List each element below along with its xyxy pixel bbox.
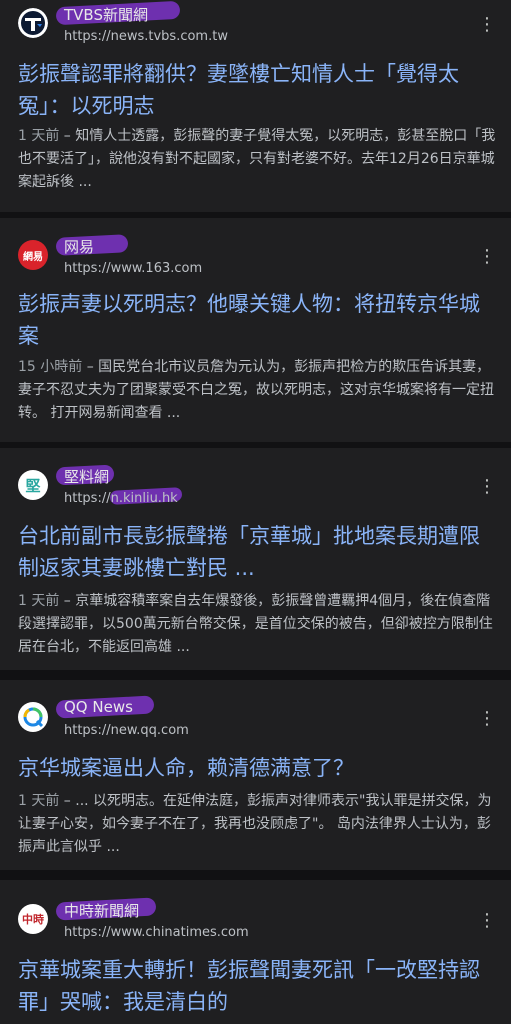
- result-snippet: 1 天前 – ... 以死明志。在延伸法庭，彭振声对律师表示"我认罪是拼交保，为…: [18, 790, 498, 859]
- result-card: 堅 堅料網 https://n.kinliu.hk ⋮ 台北前副市長彭振聲捲「京…: [0, 448, 511, 670]
- result-time: 1 天前: [18, 593, 60, 609]
- kinliu-logo: 堅: [18, 470, 48, 500]
- logo-text: 中時: [22, 913, 44, 926]
- source-name: TVBS新聞網: [64, 6, 148, 24]
- result-time: 15 小時前: [18, 359, 83, 375]
- result-title[interactable]: 彭振声妻以死明志？他曝关键人物：将扭转京华城案: [18, 288, 496, 352]
- result-snippet: 1 天前 – 知情人士透露，彭振聲的妻子覺得太冤，以死明志，彭甚至脫口「我也不要…: [18, 125, 498, 194]
- more-options-icon[interactable]: ⋮: [477, 12, 497, 38]
- result-snippet: 1 天前 – 京華城容積率案自去年爆發後，彭振聲曾遭羈押4個月，後在偵查階段選擇…: [18, 590, 498, 659]
- more-options-icon[interactable]: ⋮: [477, 706, 497, 732]
- snippet-text: – 知情人士透露，彭振聲的妻子覺得太冤，以死明志，彭甚至脫口「我也不要活了」，說…: [18, 128, 496, 190]
- source-url: https://www.163.com: [64, 261, 203, 276]
- chinatimes-logo: 中時: [18, 904, 48, 934]
- result-title[interactable]: 京華城案重大轉折！彭振聲聞妻死訊「一改堅持認罪」哭喊：我是清白的: [18, 954, 496, 1018]
- result-card: TVBS新聞網 https://news.tvbs.com.tw ⋮ 彭振聲認罪…: [0, 0, 511, 212]
- result-snippet: 15 小時前 – 国民党台北市议员詹为元认为，彭振声把检方的欺压告诉其妻，妻子不…: [18, 356, 498, 425]
- result-title[interactable]: 京华城案逼出人命，赖清德满意了？: [18, 752, 496, 784]
- source-url: https://news.tvbs.com.tw: [64, 29, 228, 44]
- result-title[interactable]: 彭振聲認罪將翻供？妻墜樓亡知情人士「覺得太冤」：以死明志: [18, 58, 496, 122]
- tvbs-logo: [18, 8, 48, 38]
- result-time: 1 天前: [18, 793, 60, 809]
- netease-logo: 網易: [18, 240, 48, 270]
- source-name: 中時新聞網: [64, 902, 140, 920]
- source-name: 网易: [64, 238, 95, 256]
- result-card: 網易 网易 https://www.163.com ⋮ 彭振声妻以死明志？他曝关…: [0, 218, 511, 442]
- result-title[interactable]: 台北前副市長彭振聲捲「京華城」批地案長期遭限制返家其妻跳樓亡對民 ...: [18, 520, 496, 584]
- snippet-text: – 京華城容積率案自去年爆發後，彭振聲曾遭羈押4個月，後在偵查階段選擇認罪，以5…: [18, 593, 493, 655]
- snippet-text: – ... 以死明志。在延伸法庭，彭振声对律师表示"我认罪是拼交保，为让妻子心安…: [18, 793, 492, 855]
- result-card: QQ News https://new.qq.com ⋮ 京华城案逼出人命，赖清…: [0, 680, 511, 870]
- more-options-icon[interactable]: ⋮: [477, 474, 497, 500]
- source-url: https://new.qq.com: [64, 723, 189, 738]
- source-url: https://www.chinatimes.com: [64, 925, 249, 940]
- qq-news-logo: [18, 702, 48, 732]
- source-name: QQ News: [64, 698, 133, 716]
- logo-text: 網易: [23, 251, 43, 263]
- result-card: 中時 中時新聞網 https://www.chinatimes.com ⋮ 京華…: [0, 880, 511, 1024]
- more-options-icon[interactable]: ⋮: [477, 244, 497, 270]
- result-time: 1 天前: [18, 128, 60, 144]
- source-name: 堅料網: [64, 468, 110, 486]
- more-options-icon[interactable]: ⋮: [477, 908, 497, 934]
- source-url: https://n.kinliu.hk: [64, 491, 178, 506]
- logo-text: 堅: [25, 476, 41, 495]
- search-results-feed: TVBS新聞網 https://news.tvbs.com.tw ⋮ 彭振聲認罪…: [0, 0, 511, 1024]
- snippet-text: – 国民党台北市议员詹为元认为，彭振声把检方的欺压告诉其妻，妻子不忍丈夫为了团聚…: [18, 359, 494, 421]
